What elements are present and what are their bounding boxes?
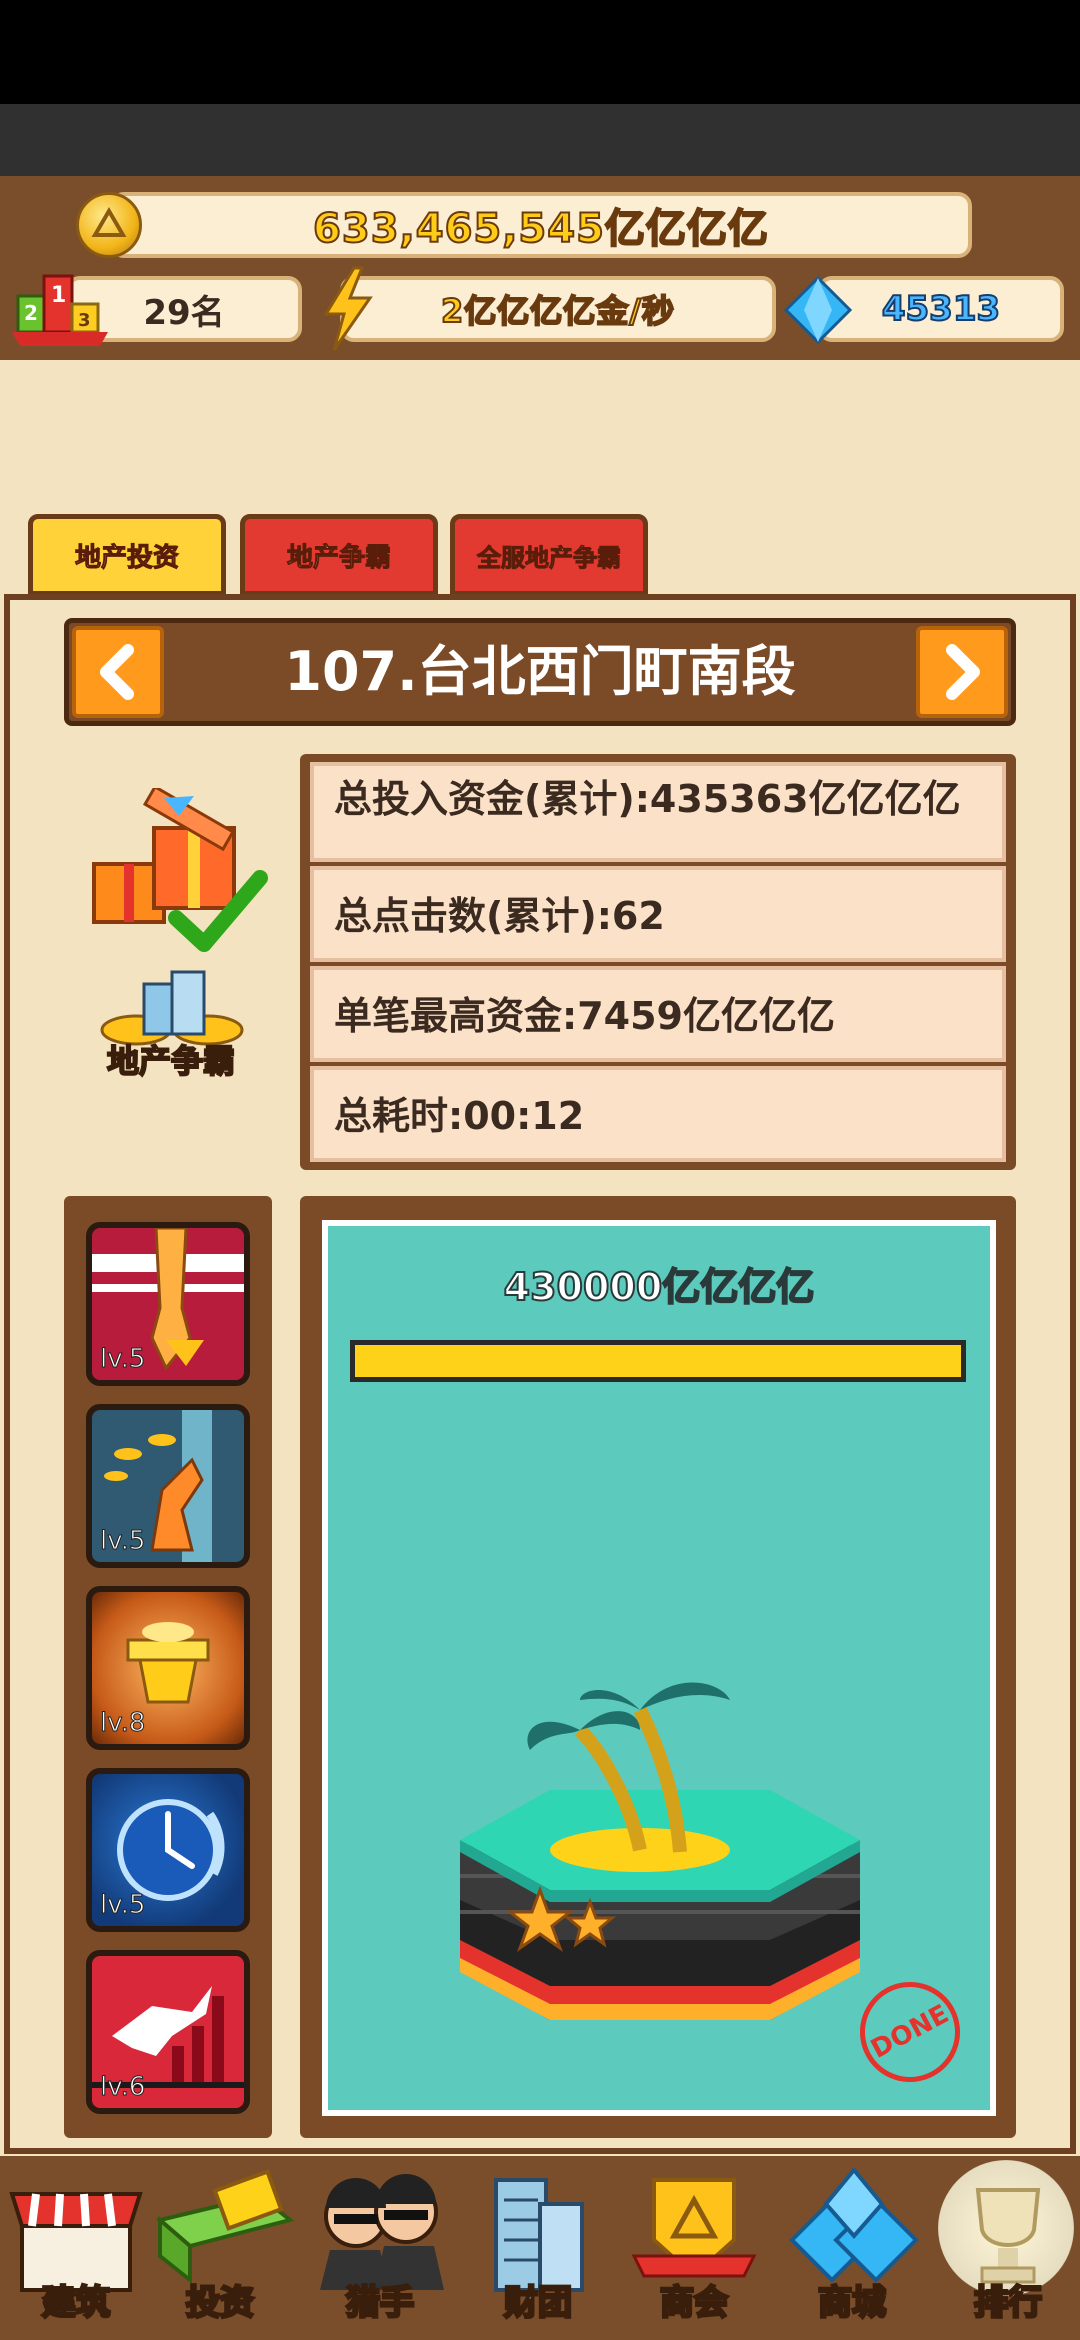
income-rate-text: 2亿亿亿亿金/秒: [440, 291, 675, 331]
stat-max-single-invest: 单笔最高资金:7459亿亿亿亿: [310, 966, 1006, 1062]
nav-ranking[interactable]: 排行: [938, 2160, 1078, 2330]
stat-total-time: 总耗时:00:12: [310, 1066, 1006, 1162]
status-bar: [0, 0, 1080, 104]
skill-level: lv.5: [99, 1526, 146, 1557]
gift-claimed-icon[interactable]: [84, 784, 274, 958]
nav-build-label: 建筑: [41, 2282, 112, 2325]
tab-property-battle[interactable]: 地产争霸: [240, 514, 438, 596]
done-stamp-text: DONE: [866, 1999, 954, 2065]
nav-build[interactable]: 建筑: [6, 2160, 146, 2330]
nav-hunters[interactable]: 猎手: [310, 2160, 450, 2330]
svg-text:1: 1: [51, 283, 66, 308]
skill-bull-chart[interactable]: lv.6: [86, 1950, 250, 2114]
nav-invest[interactable]: 投资: [150, 2160, 295, 2330]
title-bar: [0, 104, 1080, 176]
nav-store[interactable]: 商城: [782, 2160, 922, 2330]
nav-chamber[interactable]: 商会: [624, 2160, 764, 2330]
skill-gold-chest[interactable]: lv.8: [86, 1586, 250, 1750]
skill-clock[interactable]: lv.5: [86, 1768, 250, 1932]
diamond-count: 45313: [881, 288, 1001, 330]
nav-invest-label: 投资: [185, 2282, 256, 2325]
diamond-display[interactable]: 45313: [818, 276, 1064, 342]
tab-property-invest[interactable]: 地产投资: [28, 514, 226, 596]
nav-chamber-label: 商会: [659, 2282, 730, 2325]
tab-label: 全服地产争霸: [477, 543, 622, 572]
skill-level: lv.8: [99, 1708, 146, 1739]
skill-fist-down[interactable]: lv.5: [86, 1222, 250, 1386]
gold-display: 633,465,545亿亿亿亿: [110, 192, 972, 258]
rank-text: 29名: [143, 292, 225, 333]
svg-text:2: 2: [24, 301, 38, 325]
stat-total-clicks: 总点击数(累计):62: [310, 866, 1006, 962]
tab-label: 地产投资: [74, 542, 179, 573]
skill-level: lv.5: [99, 1890, 146, 1921]
svg-text:3: 3: [78, 310, 91, 331]
invest-progress-bar: [350, 1340, 966, 1382]
stat-total-invest: 总投入资金(累计):435363亿亿亿亿: [310, 762, 1006, 862]
nav-store-label: 商城: [817, 2282, 888, 2325]
nav-hunters-label: 猎手: [345, 2282, 416, 2325]
property-title: 107.台北西门町南段: [284, 640, 796, 703]
next-arrow-button[interactable]: [916, 626, 1008, 718]
prev-arrow-button[interactable]: [72, 626, 164, 718]
nav-ranking-label: 排行: [973, 2282, 1044, 2325]
nav-consortium[interactable]: 财团: [468, 2160, 608, 2330]
chevron-left-icon: [100, 644, 134, 700]
skill-level: lv.6: [99, 2072, 146, 2103]
podium-icon: 2 1 3: [10, 266, 110, 348]
lightning-icon: [320, 266, 376, 352]
chevron-right-icon: [946, 644, 980, 700]
nav-consortium-label: 财团: [503, 2282, 574, 2325]
island-illustration: [460, 1682, 860, 2020]
income-rate-display: 2亿亿亿亿金/秒: [340, 276, 776, 342]
skill-level: lv.5: [99, 1344, 146, 1375]
skill-coin-hand[interactable]: lv.5: [86, 1404, 250, 1568]
target-amount: 430000亿亿亿亿: [503, 1264, 816, 1310]
tab-server-property-battle[interactable]: 全服地产争霸: [450, 514, 648, 596]
gold-amount: 633,465,545亿亿亿亿: [312, 205, 769, 253]
tab-label: 地产争霸: [286, 542, 391, 573]
property-battle-label: 地产争霸: [106, 1041, 236, 1081]
invest-progress-fill: [355, 1345, 961, 1377]
gold-coin-icon: [76, 192, 142, 258]
diamond-icon: [782, 274, 854, 346]
